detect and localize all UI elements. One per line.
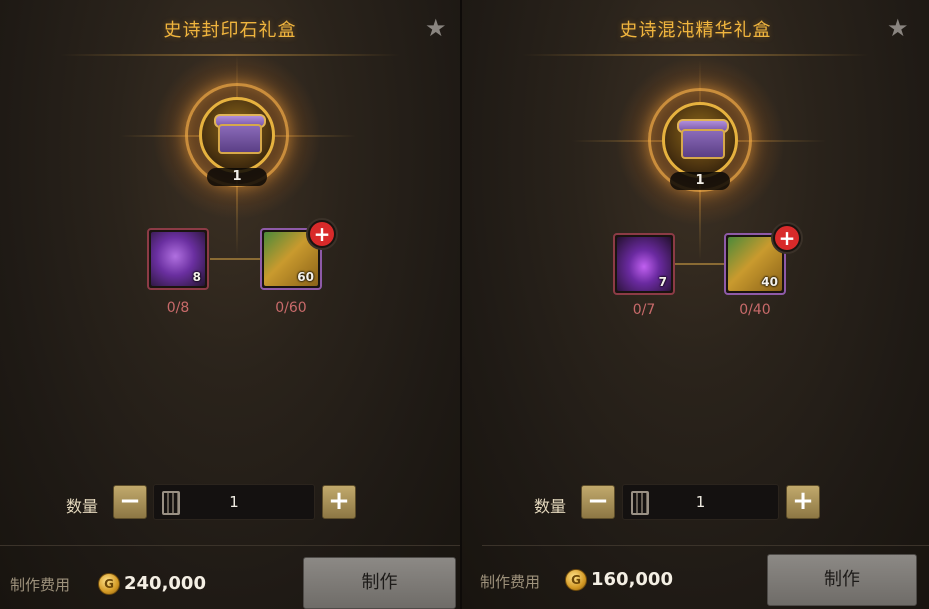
footer-divider: [0, 545, 460, 546]
quantity-input[interactable]: 1: [153, 484, 315, 520]
purple-crystal-icon: 8: [151, 232, 205, 286]
decrease-quantity-button[interactable]: −: [113, 485, 147, 519]
material-slot[interactable]: 8: [147, 228, 209, 290]
material-count: 8: [192, 270, 201, 284]
quantity-value: 1: [229, 493, 239, 511]
gift-box-icon[interactable]: [199, 97, 275, 173]
item-title: 史诗封印石礼盒: [163, 20, 297, 41]
craft-cost-label: 制作费用: [10, 576, 71, 594]
craft-cost-label: 制作费用: [480, 573, 541, 591]
purple-essence-icon: 7: [617, 237, 671, 291]
gift-box-body: [218, 124, 262, 154]
craft-button[interactable]: 制作: [303, 557, 456, 609]
favorite-star-icon[interactable]: ★: [887, 14, 909, 42]
quantity-label: 数量: [534, 497, 567, 516]
quantity-input[interactable]: 1: [622, 484, 779, 520]
craft-cost-value: 160,000: [591, 569, 673, 590]
material-progress: 0/8: [166, 300, 190, 316]
footer-divider: [482, 545, 929, 546]
plus-icon: +: [775, 226, 799, 250]
add-material-button[interactable]: +: [771, 222, 803, 254]
gift-box-icon[interactable]: [662, 102, 738, 178]
favorite-star-icon[interactable]: ★: [425, 14, 447, 42]
item-title: 史诗混沌精华礼盒: [619, 20, 772, 41]
gold-coin-icon: G: [565, 569, 587, 591]
material-slot[interactable]: 7: [613, 233, 675, 295]
gift-box-body: [681, 129, 725, 159]
decrease-quantity-button[interactable]: −: [581, 485, 615, 519]
quantity-value: 1: [695, 493, 706, 511]
material-progress: 0/60: [275, 300, 307, 316]
material-link: [210, 258, 266, 260]
material-count: 60: [297, 270, 314, 284]
craft-panel-chaos-essence: 史诗混沌精华礼盒 ★ 1 7 0/7 40 + 0/40 数量 − 1 + 制作…: [462, 0, 929, 609]
gold-coin-icon: G: [98, 573, 120, 595]
quantity-label: 数量: [66, 497, 99, 516]
material-progress: 0/40: [739, 302, 771, 318]
increase-quantity-button[interactable]: +: [322, 485, 356, 519]
main-item-count: 1: [232, 169, 242, 184]
increase-quantity-button[interactable]: +: [786, 485, 820, 519]
craft-button[interactable]: 制作: [767, 554, 917, 606]
material-count: 7: [658, 275, 667, 289]
material-count: 40: [761, 275, 778, 289]
material-link: [675, 263, 727, 265]
plus-icon: +: [310, 222, 334, 246]
craft-cost-value: 240,000: [124, 573, 206, 594]
craft-panel-sealstone: 史诗封印石礼盒 ★ 1 8 0/8 60 + 0/60 数量 − 1 + 制作费…: [0, 0, 460, 609]
main-item-count: 1: [695, 173, 705, 188]
add-material-button[interactable]: +: [306, 218, 338, 250]
material-progress: 0/7: [632, 302, 656, 318]
